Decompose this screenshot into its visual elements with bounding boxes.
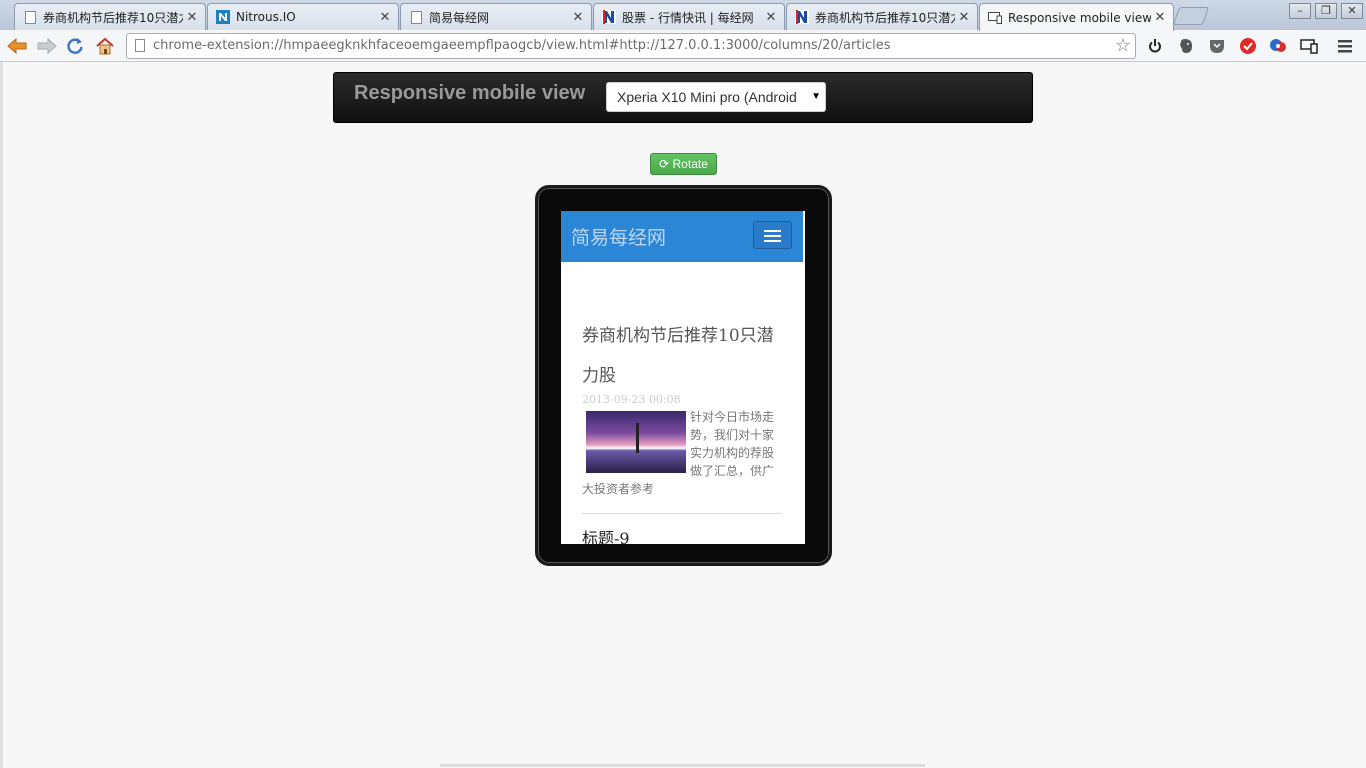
left-edge (0, 62, 3, 768)
tab-title: 简易每经网 (429, 10, 490, 25)
extension-title: Responsive mobile view (354, 82, 586, 104)
article-title[interactable]: 券商机构节后推荐10只潜力股 (582, 316, 782, 396)
shield-icon (1210, 40, 1224, 53)
tab-title: 券商机构节后推荐10只潜力 (815, 10, 955, 25)
tab-close-icon[interactable]: ✕ (762, 10, 780, 25)
tab-title: Nitrous.IO (236, 10, 296, 24)
responsive-devices-icon (1300, 39, 1318, 54)
page-icon (23, 10, 37, 24)
hamburger-bar (764, 235, 781, 237)
dropdown-arrow-icon: ▼ (807, 83, 821, 111)
nbd-icon (795, 10, 809, 24)
address-bar[interactable]: chrome-extension://hmpaeegknkhfaceoemgae… (126, 33, 1136, 59)
article-date: 2013-09-23 00:08 (582, 393, 681, 406)
mobile-brand[interactable]: 简易每经网 (571, 223, 666, 250)
window-close-button[interactable]: ✕ (1341, 3, 1363, 19)
device-select[interactable]: Xperia X10 Mini pro (Android ▼ (606, 82, 826, 112)
next-article-title[interactable]: 标题-9 (582, 525, 630, 544)
tab-title: Responsive mobile view (1008, 10, 1151, 25)
new-tab-button[interactable] (1172, 7, 1210, 25)
mobile-menu-toggle[interactable] (753, 221, 792, 249)
tab-close-icon[interactable]: ✕ (569, 10, 587, 25)
article-thumbnail[interactable] (586, 411, 686, 473)
page-icon (409, 10, 423, 24)
home-button[interactable] (94, 35, 116, 57)
minimize-button[interactable]: – (1289, 3, 1311, 19)
bottom-divider (440, 764, 925, 767)
back-arrow-icon (7, 37, 27, 55)
rotate-button-label: Rotate (672, 157, 708, 171)
elephant-icon (1180, 39, 1192, 53)
tab-strip: 券商机构节后推荐10只潜力 ✕ Nitrous.IO ✕ 简易每经网 ✕ 股票 … (0, 0, 1366, 31)
bookmark-star-icon[interactable]: ☆ (1115, 34, 1131, 58)
nitrous-icon (216, 10, 230, 24)
tab-article-1[interactable]: 券商机构节后推荐10只潜力 ✕ (14, 3, 206, 30)
tab-title: 股票 - 行情快讯 | 每经网 (622, 10, 754, 25)
tab-article-2[interactable]: 券商机构节后推荐10只潜力 ✕ (786, 3, 978, 30)
hamburger-menu-icon (1338, 40, 1352, 53)
device-screen[interactable]: 简易每经网 券商机构节后推荐10只潜力股 2013-09-23 00:08 针对… (561, 211, 805, 544)
tab-stocks[interactable]: 股票 - 行情快讯 | 每经网 ✕ (593, 3, 785, 30)
silhouette-figure (636, 423, 639, 453)
rotate-icon: ⟳ (659, 157, 670, 171)
page-content: Responsive mobile view Xperia X10 Mini p… (0, 62, 1366, 768)
tab-close-icon[interactable]: ✕ (955, 10, 973, 25)
device-select-value: Xperia X10 Mini pro (Android (617, 89, 797, 105)
tab-nitrous[interactable]: Nitrous.IO ✕ (207, 3, 399, 30)
rotate-button[interactable]: ⟳ Rotate (650, 153, 717, 175)
chrome-menu-button[interactable] (1334, 35, 1356, 57)
todoist-extension-button[interactable] (1237, 35, 1259, 57)
globe-icon (1270, 39, 1286, 52)
url-text: chrome-extension://hmpaeegknkhfaceoemgae… (153, 38, 891, 53)
hamburger-bar (764, 240, 781, 242)
home-icon (96, 37, 114, 55)
mobile-navbar: 简易每经网 (561, 211, 803, 262)
evernote-extension-button[interactable] (1175, 35, 1197, 57)
tab-close-icon[interactable]: ✕ (1151, 10, 1169, 25)
tab-jianyi[interactable]: 简易每经网 ✕ (400, 3, 592, 30)
extension-header: Responsive mobile view Xperia X10 Mini p… (333, 72, 1033, 123)
device-frame: 简易每经网 券商机构节后推荐10只潜力股 2013-09-23 00:08 针对… (535, 185, 832, 566)
red-check-icon (1240, 38, 1256, 54)
article-divider (582, 513, 782, 514)
forward-arrow-icon (37, 37, 57, 55)
responsive-extension-button[interactable] (1298, 35, 1320, 57)
tab-close-icon[interactable]: ✕ (183, 10, 201, 25)
back-button[interactable] (6, 35, 28, 57)
forward-button[interactable] (36, 35, 58, 57)
tab-close-icon[interactable]: ✕ (376, 10, 394, 25)
power-extension-button[interactable] (1144, 35, 1166, 57)
hamburger-bar (764, 230, 781, 232)
browser-toolbar: chrome-extension://hmpaeegknkhfaceoemgae… (0, 30, 1366, 62)
responsive-icon (988, 11, 1002, 25)
power-icon (1149, 39, 1161, 53)
maximize-button[interactable]: ❐ (1315, 3, 1337, 19)
translate-extension-button[interactable] (1267, 35, 1289, 57)
tab-responsive-view[interactable]: Responsive mobile view ✕ (979, 3, 1174, 31)
pocket-extension-button[interactable] (1206, 35, 1228, 57)
page-icon (135, 39, 145, 52)
reload-button[interactable] (64, 35, 86, 57)
nbd-icon (602, 10, 616, 24)
reload-icon (67, 38, 83, 54)
tab-title: 券商机构节后推荐10只潜力 (43, 10, 183, 25)
